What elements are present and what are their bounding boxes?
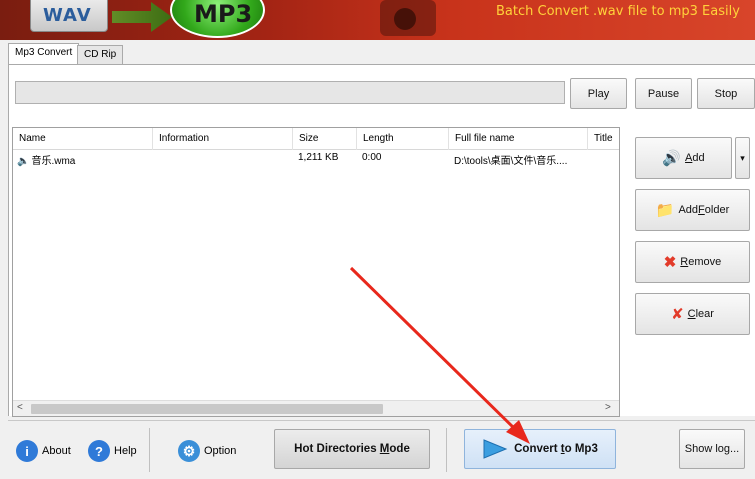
play-arrow-icon xyxy=(483,439,508,459)
mp3-logo: MP3 xyxy=(170,0,265,38)
scrollbar-thumb[interactable] xyxy=(31,404,383,414)
about-button[interactable]: i About xyxy=(16,439,71,463)
remove-x-icon: ✖ xyxy=(663,254,677,271)
app-banner: WAV MP3 Batch Convert .wav file to mp3 E… xyxy=(0,0,755,40)
row-length: 0:00 xyxy=(362,152,382,163)
help-button[interactable]: ? Help xyxy=(88,439,137,463)
gear-icon: ⚙ xyxy=(178,440,200,462)
info-icon: i xyxy=(16,440,38,462)
file-list-header: Name Information Size Length Full file n… xyxy=(13,128,619,150)
tab-mp3-convert[interactable]: Mp3 Convert xyxy=(8,43,80,65)
add-folder-button[interactable]: 📁 Add Folder xyxy=(635,189,750,231)
play-button[interactable]: Play xyxy=(570,78,627,109)
tab-strip: Mp3 Convert CD Rip xyxy=(0,40,755,65)
pause-button[interactable]: Pause xyxy=(635,78,692,109)
row-file-name: 音乐.wma xyxy=(31,156,76,167)
banner-tagline: Batch Convert .wav file to mp3 Easily xyxy=(496,4,740,19)
speaker-add-icon: 🔊 xyxy=(662,150,682,167)
table-row[interactable]: 🔈 音乐.wma 1,211 KB 0:00 D:\tools\桌面\文件\音乐.… xyxy=(13,150,617,167)
folder-add-icon: 📁 xyxy=(655,202,675,219)
clear-icon: ✘ xyxy=(671,306,684,323)
remove-button[interactable]: ✖ Remove xyxy=(635,241,750,283)
help-icon: ? xyxy=(88,440,110,462)
wav-logo: WAV xyxy=(30,0,108,32)
convert-arrow-graphic xyxy=(112,2,172,32)
column-size[interactable]: Size xyxy=(293,128,357,150)
row-full-file-name: D:\tools\桌面\文件\音乐.... xyxy=(454,156,568,167)
toolbar-divider xyxy=(149,428,150,472)
toolbar-divider xyxy=(446,428,447,472)
column-name[interactable]: Name xyxy=(13,128,153,150)
scroll-left-icon[interactable]: < xyxy=(17,402,23,413)
column-information[interactable]: Information xyxy=(153,128,293,150)
tab-cd-rip[interactable]: CD Rip xyxy=(77,45,124,65)
column-title[interactable]: Title xyxy=(588,128,619,150)
file-list[interactable]: Name Information Size Length Full file n… xyxy=(12,127,620,417)
option-button[interactable]: ⚙ Option xyxy=(178,439,236,463)
speaker-icon: 🔈 xyxy=(17,156,30,167)
convert-to-mp3-button[interactable]: Convert to Mp3 xyxy=(464,429,616,469)
column-full-file-name[interactable]: Full file name xyxy=(449,128,588,150)
hot-directories-mode-button[interactable]: Hot Directories Mode xyxy=(274,429,430,469)
camera-graphic xyxy=(380,0,436,36)
stop-button[interactable]: Stop xyxy=(697,78,755,109)
column-length[interactable]: Length xyxy=(357,128,449,150)
add-dropdown-button[interactable]: ▾ xyxy=(735,137,750,179)
show-log-button[interactable]: Show log... xyxy=(679,429,745,469)
add-button[interactable]: 🔊 Add xyxy=(635,137,732,179)
horizontal-scrollbar[interactable]: < > xyxy=(13,400,619,416)
scroll-right-icon[interactable]: > xyxy=(605,402,611,413)
row-size: 1,211 KB xyxy=(298,152,339,163)
now-playing-field[interactable] xyxy=(15,81,565,104)
clear-button[interactable]: ✘ Clear xyxy=(635,293,750,335)
